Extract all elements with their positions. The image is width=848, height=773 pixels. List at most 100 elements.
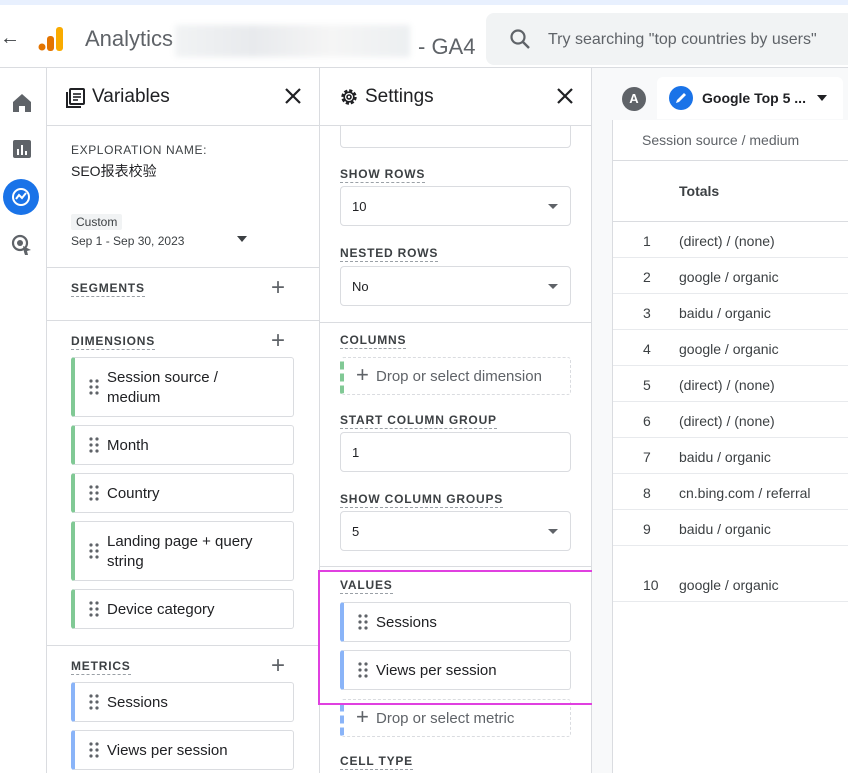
exploration-name-label: EXPLORATION NAME: — [71, 143, 208, 157]
dimension-chip[interactable]: Device category — [71, 589, 294, 629]
dimension-label-line2: string — [107, 553, 144, 570]
app-name: Analytics — [85, 26, 174, 51]
tab-google-top-5[interactable]: Google Top 5 ... — [657, 77, 843, 119]
table-row[interactable]: 5 (direct) / (none) — [613, 366, 848, 402]
dimension-label-line2: medium — [107, 389, 161, 406]
drop-dimension-text: Drop or select dimension — [376, 368, 542, 385]
dimension-chip[interactable]: Month — [71, 425, 294, 465]
show-column-groups-label: SHOW COLUMN GROUPS — [340, 492, 504, 508]
divider — [320, 566, 591, 567]
show-rows-select[interactable]: 10 — [340, 186, 571, 226]
search-placeholder: Try searching "top countries by users" — [548, 31, 817, 48]
dimension-chip[interactable]: Country — [71, 473, 294, 513]
row-value: google / organic — [679, 341, 779, 357]
search-icon — [510, 29, 530, 49]
date-range[interactable]: Sep 1 - Sep 30, 2023 — [71, 234, 184, 248]
add-segment-icon[interactable]: + — [271, 276, 285, 300]
table-row[interactable]: 9 baidu / organic — [613, 510, 848, 546]
table-row[interactable]: 4 google / organic — [613, 330, 848, 366]
report-area: A Google Top 5 ... Session source / medi… — [592, 68, 848, 773]
drag-handle-icon[interactable] — [89, 379, 99, 395]
tab-bar: A Google Top 5 ... — [592, 68, 848, 120]
dimension-chip[interactable]: Session source / medium — [71, 357, 294, 417]
value-label: Sessions — [376, 614, 437, 631]
row-number: 8 — [643, 485, 651, 501]
row-value: baidu / organic — [679, 449, 771, 465]
drag-handle-icon[interactable] — [89, 742, 99, 758]
drag-handle-icon[interactable] — [89, 485, 99, 501]
avatar[interactable]: A — [622, 87, 646, 111]
nested-rows-select[interactable]: No — [340, 266, 571, 306]
close-icon[interactable] — [283, 86, 303, 106]
back-arrow-icon[interactable]: ← — [0, 27, 20, 50]
chevron-down-icon[interactable] — [817, 95, 827, 101]
table-row[interactable]: 3 baidu / organic — [613, 294, 848, 330]
table-row[interactable]: 2 google / organic — [613, 258, 848, 294]
row-number: 5 — [643, 377, 651, 393]
table-row[interactable]: 8 cn.bing.com / referral — [613, 474, 848, 510]
totals-row: Totals — [613, 160, 848, 222]
row-number: 7 — [643, 449, 651, 465]
dimension-label: Landing page + query — [107, 533, 253, 550]
drop-metric-target[interactable]: + Drop or select metric — [340, 699, 571, 737]
table-row[interactable]: 10 google / organic — [613, 546, 848, 602]
start-column-group-input[interactable]: 1 — [340, 432, 571, 472]
dimension-chip[interactable]: Landing page + query string — [71, 521, 294, 581]
metric-chip[interactable]: Sessions — [71, 682, 294, 722]
dimension-label: Country — [107, 485, 160, 502]
metrics-label: METRICS — [71, 659, 131, 675]
home-icon[interactable] — [8, 89, 36, 117]
table-row[interactable]: 1 (direct) / (none) — [613, 222, 848, 258]
drag-handle-icon[interactable] — [89, 543, 99, 559]
drag-handle-icon[interactable] — [358, 662, 368, 678]
variables-title: Variables — [92, 86, 170, 107]
date-dropdown-icon[interactable] — [237, 236, 247, 242]
dimension-label: Session source / — [107, 369, 218, 386]
variables-header: Variables — [47, 68, 319, 126]
value-chip[interactable]: Sessions — [340, 602, 571, 642]
reports-icon[interactable] — [8, 135, 36, 163]
gear-icon — [341, 89, 357, 105]
analytics-logo-icon — [38, 27, 63, 51]
start-column-group-label: START COLUMN GROUP — [340, 413, 497, 429]
variables-icon — [66, 88, 85, 108]
row-value: (direct) / (none) — [679, 413, 775, 429]
metrics-section: METRICS + Sessions Views per session — [47, 646, 319, 773]
start-column-group-value: 1 — [352, 445, 360, 460]
drop-dimension-target[interactable]: + Drop or select dimension — [340, 357, 571, 395]
add-dimension-icon[interactable]: + — [271, 329, 285, 353]
show-column-groups-value: 5 — [352, 524, 360, 539]
close-icon[interactable] — [555, 86, 575, 106]
table-row[interactable]: 6 (direct) / (none) — [613, 402, 848, 438]
column-header[interactable]: Session source / medium — [642, 132, 799, 148]
add-metric-icon[interactable]: + — [271, 654, 285, 678]
show-rows-label: SHOW ROWS — [340, 167, 426, 183]
value-chip[interactable]: Views per session — [340, 650, 571, 690]
row-value: google / organic — [679, 577, 779, 593]
search-bar[interactable]: Try searching "top countries by users" — [486, 13, 848, 65]
tab-title: Google Top 5 ... — [702, 90, 806, 106]
freeform-table: Session source / medium Totals 1 (direct)… — [612, 120, 848, 773]
metric-chip[interactable]: Views per session — [71, 730, 294, 770]
row-value: cn.bing.com / referral — [679, 485, 811, 501]
nested-rows-value: No — [352, 279, 369, 294]
drag-handle-icon[interactable] — [89, 601, 99, 617]
columns-label: COLUMNS — [340, 333, 407, 349]
explore-nav-active[interactable] — [3, 179, 39, 215]
table-row[interactable]: 7 baidu / organic — [613, 438, 848, 474]
row-number: 9 — [643, 521, 651, 537]
show-rows-value: 10 — [352, 199, 367, 214]
drag-handle-icon[interactable] — [89, 694, 99, 710]
chevron-down-icon — [548, 284, 558, 289]
chevron-down-icon — [548, 204, 558, 209]
advertising-icon[interactable] — [8, 231, 36, 259]
row-number: 6 — [643, 413, 651, 429]
drag-handle-icon[interactable] — [358, 614, 368, 630]
nested-rows-label: NESTED ROWS — [340, 246, 439, 262]
show-column-groups-select[interactable]: 5 — [340, 511, 571, 551]
date-badge: Custom — [71, 214, 123, 230]
exploration-name[interactable]: SEO报表校验 — [71, 161, 157, 181]
row-number: 10 — [643, 577, 659, 593]
drag-handle-icon[interactable] — [89, 437, 99, 453]
plus-icon: + — [356, 362, 369, 387]
